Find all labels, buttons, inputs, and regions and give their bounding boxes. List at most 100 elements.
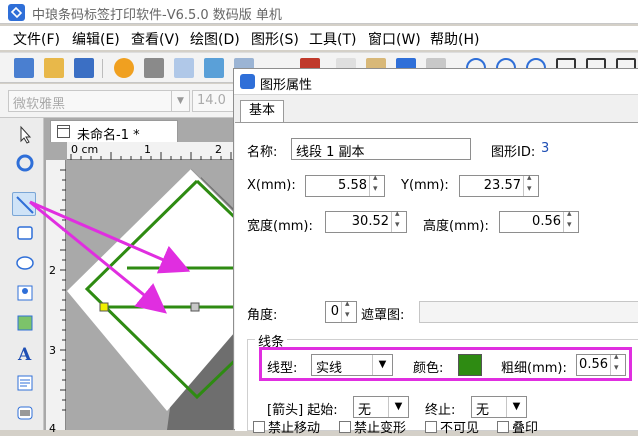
shape-id-value: 3 (541, 141, 550, 156)
menu-shape[interactable]: 图形(S) (251, 29, 299, 49)
ruler-label: 0 cm (71, 143, 99, 156)
x-label: X(mm): (247, 178, 296, 193)
menu-draw[interactable]: 绘图(D) (190, 29, 240, 49)
lock-resize-checkbox[interactable]: 禁止变形 (339, 417, 406, 436)
chevron-down-icon[interactable]: ▼ (506, 397, 526, 417)
line-tool-icon[interactable] (12, 192, 36, 216)
dialog-title-bar: 图形属性 (234, 69, 638, 95)
label-canvas[interactable] (67, 161, 265, 434)
window-title: 中琅条码标签打印软件-V6.5.0 数码版 单机 (32, 8, 282, 23)
checkbox-box[interactable] (425, 421, 437, 433)
arrow-end-select[interactable]: 无 ▼ (471, 396, 527, 418)
angle-label: 角度: (247, 308, 278, 323)
print-preview-icon[interactable] (174, 58, 194, 78)
invisible-checkbox[interactable]: 不可见 (425, 417, 479, 436)
arrow-start-select[interactable]: 无 ▼ (353, 396, 409, 418)
lock-move-checkbox[interactable]: 禁止移动 (253, 417, 320, 436)
database-icon[interactable] (204, 58, 224, 78)
font-size-select[interactable]: 14.0 (192, 90, 238, 112)
menu-tools[interactable]: 工具(T) (309, 29, 356, 49)
ruler-label: 1 (144, 143, 151, 156)
checkbox-box[interactable] (253, 421, 265, 433)
toolbar-separator (102, 59, 103, 78)
height-spinner[interactable]: 0.56 (499, 209, 579, 233)
selection-handle[interactable] (190, 302, 200, 312)
print-icon[interactable] (144, 58, 164, 78)
highlight-box (259, 347, 632, 381)
tab-basic[interactable]: 基本 (240, 100, 284, 122)
width-label: 宽度(mm): (247, 219, 313, 234)
spinner-arrows-icon[interactable] (523, 173, 538, 196)
menu-edit[interactable]: 编辑(E) (72, 29, 120, 49)
x-spinner[interactable]: 5.58 (305, 173, 385, 197)
lock-move-label: 禁止移动 (268, 421, 321, 436)
document-icon (57, 125, 70, 138)
image-tool-icon[interactable] (12, 280, 36, 304)
settings-gear-icon[interactable] (114, 58, 134, 78)
picture-tool-icon[interactable] (12, 310, 36, 334)
shape-properties-dialog: 图形属性 基本 名称: 线段 1 副本 图形ID: 3 X(mm): 5.58 … (233, 68, 638, 436)
vertical-ruler: 2 3 4 (46, 160, 66, 435)
app-logo-icon (240, 74, 255, 89)
y-spinner[interactable]: 23.57 (459, 173, 539, 197)
overprint-label: 叠印 (512, 421, 539, 436)
spinner-arrows-icon[interactable] (341, 299, 356, 322)
angle-spinner[interactable]: 0 (325, 299, 357, 323)
horizontal-ruler: 0 cm 1 2 (67, 142, 240, 160)
angle-value: 0 (330, 304, 339, 319)
title-bar: 中琅条码标签打印软件-V6.5.0 数码版 单机 (0, 0, 638, 24)
menu-window[interactable]: 窗口(W) (368, 29, 421, 49)
height-value: 0.56 (532, 214, 561, 229)
dialog-title: 图形属性 (260, 78, 313, 93)
open-folder-icon[interactable] (44, 58, 64, 78)
menu-view[interactable]: 查看(V) (131, 29, 180, 49)
menu-bar: 文件(F) 编辑(E) 查看(V) 绘图(D) 图形(S) 工具(T) 窗口(W… (0, 26, 638, 50)
spinner-arrows-icon[interactable] (369, 173, 384, 196)
mask-image-field[interactable] (419, 301, 638, 323)
arrow-start-label: [箭头] 起始: (267, 403, 338, 418)
checkbox-box[interactable] (339, 421, 351, 433)
y-value: 23.57 (483, 178, 521, 193)
chevron-down-icon[interactable]: ▼ (388, 397, 408, 417)
font-bar: 微软雅黑 ▼ 14.0 (0, 84, 240, 118)
spinner-arrows-icon[interactable] (391, 209, 406, 232)
select-pointer-icon[interactable] (12, 122, 36, 146)
width-value: 30.52 (351, 214, 389, 229)
document-area: 未命名-1 * 0 cm 1 2 2 3 4 (44, 118, 265, 435)
menu-help[interactable]: 帮助(H) (430, 29, 479, 49)
x-value: 5.58 (338, 178, 367, 193)
text-tool-icon[interactable]: A (12, 340, 36, 365)
barcode-tool-icon[interactable] (12, 400, 36, 424)
menu-file[interactable]: 文件(F) (13, 29, 60, 49)
save-icon[interactable] (74, 58, 94, 78)
shape-id-label: 图形ID: (491, 145, 536, 160)
chevron-down-icon[interactable]: ▼ (171, 91, 189, 111)
arrow-end-value: 无 (476, 403, 490, 418)
rich-text-tool-icon[interactable] (12, 370, 36, 394)
checkbox-box[interactable] (497, 421, 509, 433)
y-label: Y(mm): (401, 178, 449, 193)
invisible-label: 不可见 (440, 421, 480, 436)
ellipse-tool-icon[interactable] (12, 250, 36, 274)
rotate-icon[interactable] (12, 150, 36, 174)
font-family-select[interactable]: 微软雅黑 ▼ (8, 90, 190, 112)
selection-handle[interactable] (99, 302, 109, 312)
new-file-icon[interactable] (14, 58, 34, 78)
ruler-label: 2 (215, 143, 222, 156)
document-tab[interactable]: 未命名-1 * (50, 120, 178, 143)
svg-text:A: A (17, 345, 32, 365)
spinner-arrows-icon[interactable] (563, 209, 578, 232)
arrow-start-value: 无 (358, 403, 372, 418)
ruler-label: 3 (49, 344, 56, 357)
rectangle-tool-icon[interactable] (12, 220, 36, 244)
name-input[interactable]: 线段 1 副本 (291, 138, 471, 160)
width-spinner[interactable]: 30.52 (325, 209, 407, 233)
height-label: 高度(mm): (423, 219, 489, 234)
lock-resize-label: 禁止变形 (354, 421, 407, 436)
font-family-value: 微软雅黑 (13, 97, 66, 112)
font-size-value: 14.0 (197, 93, 226, 108)
name-label: 名称: (247, 145, 278, 160)
mask-label: 遮罩图: (361, 308, 405, 323)
overprint-checkbox[interactable]: 叠印 (497, 417, 538, 436)
app-logo-icon (8, 4, 25, 21)
